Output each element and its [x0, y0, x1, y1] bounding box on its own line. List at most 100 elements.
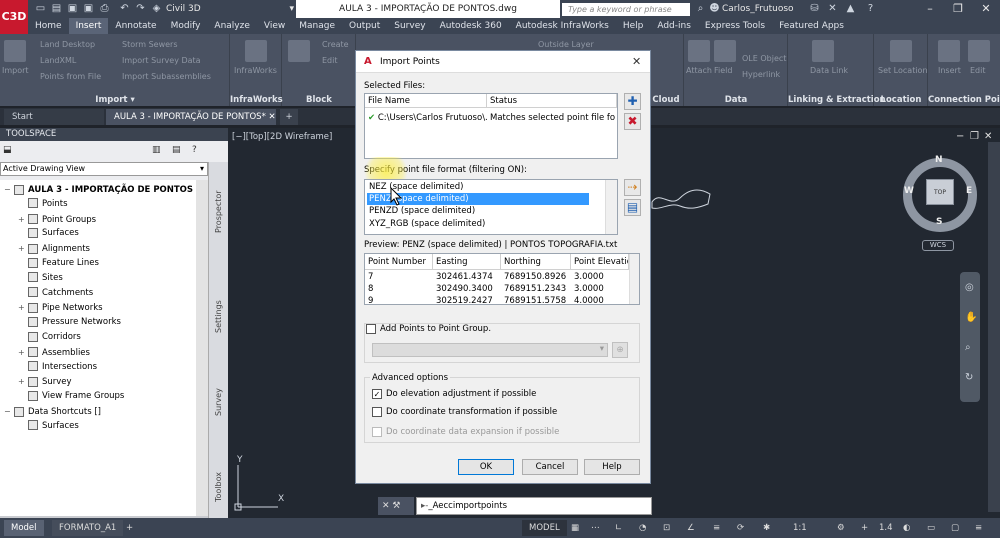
zoom-value[interactable]: 1.4 [876, 520, 896, 536]
col-file-name[interactable]: File Name [365, 94, 487, 108]
col-point-elevation[interactable]: Point Elevation [571, 254, 629, 270]
tab-manage[interactable]: Manage [292, 18, 342, 34]
tab-survey[interactable]: Survey [209, 372, 229, 432]
pan-icon[interactable]: ✋ [965, 312, 977, 323]
viewport-close-icon[interactable]: ✕ [984, 131, 992, 142]
tree-item[interactable]: − AULA 3 - IMPORTAÇÃO DE PONTOS [4, 182, 193, 197]
workspace-selector[interactable]: Civil 3D ▾ [166, 2, 294, 16]
osnap-icon[interactable]: ⊡ [660, 520, 673, 536]
close-window-button[interactable]: ✕ [972, 0, 1000, 18]
toolspace-icon[interactable]: ⬓ [3, 145, 12, 155]
expand-toggle-icon[interactable]: − [4, 182, 12, 197]
field-button[interactable]: Field [714, 66, 732, 75]
close-icon[interactable]: ✕ [269, 112, 276, 122]
annotation-scale[interactable]: 1:1 [790, 520, 810, 536]
hardware-accel-icon[interactable]: ▭ [924, 520, 938, 536]
restore-button[interactable]: ❐ [944, 0, 972, 18]
search-icon[interactable]: ⌕ [694, 3, 707, 15]
user-name[interactable]: Carlos_Frutuoso [722, 2, 794, 16]
toolspace-help-icon[interactable]: ? [192, 145, 197, 155]
import-panel-label[interactable]: Import ▾ [0, 94, 230, 106]
file-tab-drawing[interactable]: AULA 3 - IMPORTAÇÃO DE PONTOS* ✕ [106, 109, 276, 125]
expand-toggle-icon[interactable]: + [18, 374, 26, 389]
field-icon[interactable] [714, 40, 736, 62]
connection-insert-button[interactable]: Insert [938, 66, 961, 75]
col-northing[interactable]: Northing [501, 254, 571, 270]
save-icon[interactable]: ▣ [66, 3, 79, 15]
new-icon[interactable]: ▭ [34, 3, 47, 15]
compass-south[interactable]: S [936, 217, 942, 227]
tab-analyze[interactable]: Analyze [207, 18, 256, 34]
a360-icon[interactable]: ▲ [844, 3, 857, 15]
ole-object-button[interactable]: OLE Object [742, 54, 786, 63]
landxml-button[interactable]: LandXML [40, 56, 76, 65]
infraworks-icon[interactable] [245, 40, 267, 62]
tree-item[interactable]: + Alignments [18, 241, 90, 256]
elevation-adjustment-checkbox[interactable]: ✓ [372, 389, 382, 399]
civil-icon[interactable]: ◈ [150, 3, 163, 15]
model-space-toggle[interactable]: MODEL [522, 520, 567, 536]
command-line[interactable]: ▸-_Aeccimportpoints [416, 497, 652, 515]
item-view-icon[interactable]: ▤ [172, 145, 181, 155]
tree-item[interactable]: − Data Shortcuts [] [4, 404, 101, 419]
preview-scrollbar[interactable] [629, 254, 639, 304]
expand-toggle-icon[interactable]: + [18, 300, 26, 315]
remove-file-button[interactable]: ✖ [624, 113, 641, 130]
application-menu-button[interactable]: C3D [0, 0, 28, 34]
infraworks-big-label[interactable]: InfraWorks [234, 66, 277, 75]
ortho-icon[interactable]: ∟ [612, 520, 625, 536]
compass-east[interactable]: E [966, 186, 972, 196]
edit-connection-icon[interactable] [968, 40, 990, 62]
add-file-button[interactable]: ✚ [624, 93, 641, 110]
expand-toggle-icon[interactable]: + [18, 212, 26, 227]
polar-icon[interactable]: ◔ [636, 520, 649, 536]
otrack-icon[interactable]: ∠ [684, 520, 698, 536]
preview-table[interactable]: Point Number Easting Northing Point Elev… [364, 253, 640, 305]
search-input[interactable]: Type a keyword or phrase [562, 3, 690, 16]
clean-screen-icon[interactable]: ▢ [948, 520, 962, 536]
tree-item[interactable]: + Point Groups [18, 212, 96, 227]
compass-west[interactable]: W [904, 186, 914, 196]
lineweight-icon[interactable]: ≡ [710, 520, 723, 536]
orbit-icon[interactable]: ↻ [965, 372, 973, 383]
tree-scrollbar[interactable] [196, 180, 208, 516]
annotation-visibility-icon[interactable]: ✱ [760, 520, 773, 536]
expand-toggle-icon[interactable]: + [18, 241, 26, 256]
tree-item[interactable]: View Frame Groups [18, 389, 124, 404]
tree-item[interactable]: + Survey [18, 374, 72, 389]
file-tab-start[interactable]: Start [4, 109, 104, 125]
col-status[interactable]: Status [487, 94, 617, 108]
tab-prospector[interactable]: Prospector [209, 172, 229, 252]
exchange-icon[interactable]: ✕ [826, 3, 839, 15]
wrench-icon[interactable]: ⚒ [392, 501, 400, 511]
point-group-select[interactable]: ▾ [372, 343, 608, 357]
import-icon[interactable] [4, 40, 26, 62]
create-point-group-button[interactable]: ⊕ [612, 342, 628, 358]
import-survey-data-button[interactable]: Import Survey Data [122, 56, 201, 65]
add-scale-icon[interactable]: + [858, 520, 871, 536]
manage-formats-button[interactable]: ▤ [624, 199, 641, 216]
undo-icon[interactable]: ↶ [118, 3, 131, 15]
tab-home[interactable]: Home [28, 18, 69, 34]
edit-format-button[interactable]: ⇢ [624, 179, 641, 196]
col-point-number[interactable]: Point Number [365, 254, 433, 270]
insert-block-icon[interactable] [288, 40, 310, 62]
import-big-label[interactable]: Import [2, 66, 29, 75]
ok-button[interactable]: OK [458, 459, 514, 475]
tab-express-tools[interactable]: Express Tools [698, 18, 772, 34]
tab-settings[interactable]: Settings [209, 282, 229, 352]
expand-toggle-icon[interactable]: + [18, 345, 26, 360]
selection-cycling-icon[interactable]: ⟳ [734, 520, 747, 536]
insert-connection-icon[interactable] [938, 40, 960, 62]
file-row-name[interactable]: ✔ C:\Users\Carlos Frutuoso\... [365, 111, 487, 125]
help-icon[interactable]: ? [864, 3, 877, 15]
tab-modify[interactable]: Modify [164, 18, 208, 34]
tree-item[interactable]: Feature Lines [18, 256, 99, 271]
open-icon[interactable]: ▤ [50, 3, 63, 15]
tree-item[interactable]: Sites [18, 271, 63, 286]
grid-icon[interactable]: ▦ [568, 520, 582, 536]
tree-item[interactable]: Catchments [18, 286, 93, 301]
close-icon[interactable]: ✕ [382, 501, 390, 511]
tab-annotate[interactable]: Annotate [108, 18, 163, 34]
tab-insert[interactable]: Insert [68, 18, 109, 34]
